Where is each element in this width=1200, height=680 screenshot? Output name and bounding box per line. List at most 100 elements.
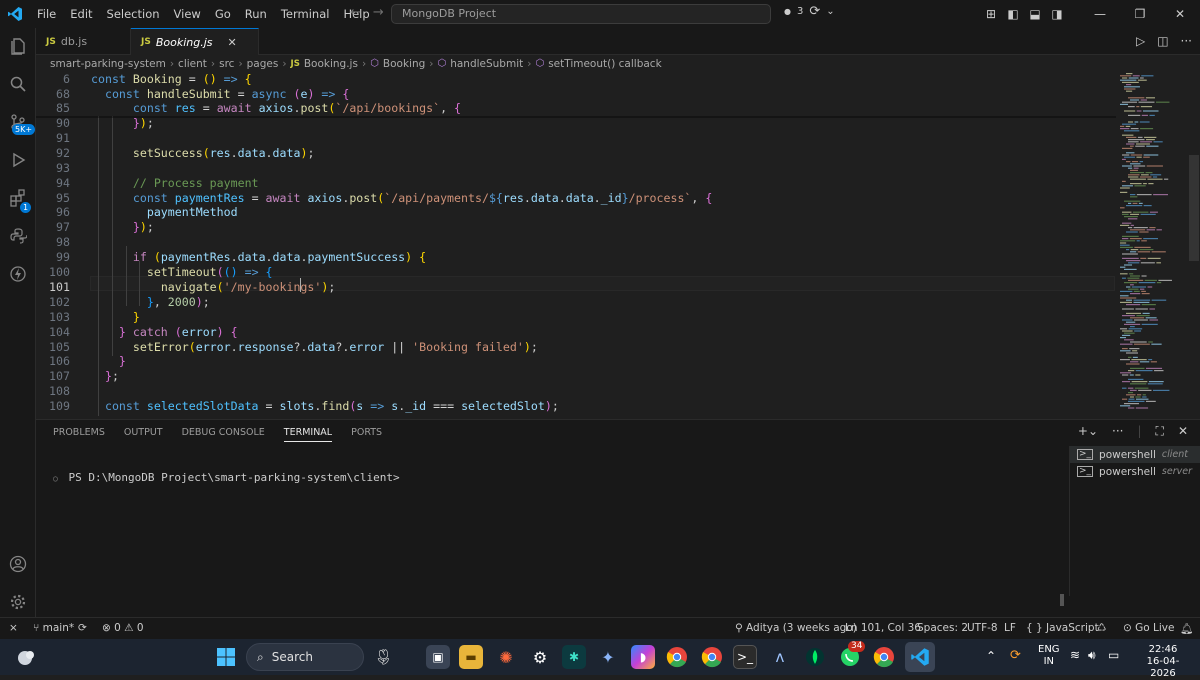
code-line[interactable]: 103 } [36,310,1116,325]
perplexity-icon[interactable]: ✱ [562,645,586,669]
breadcrumb-item[interactable]: src [219,58,234,70]
code-line[interactable]: 99 if (paymentRes.data.data.paymentSucce… [36,250,1116,265]
gemini-icon[interactable]: ✦ [596,645,620,669]
volume-icon[interactable]: 🔊︎ [1088,648,1096,663]
code-line[interactable]: 96 paymentMethod [36,205,1116,220]
code-line[interactable]: 106 } [36,354,1116,369]
terminal-scrollbar[interactable] [1060,594,1064,606]
toggle-sidebar-icon[interactable]: ◧ [1002,7,1024,21]
close-panel-icon[interactable]: ✕ [1178,424,1188,439]
language-mode[interactable]: { } JavaScript [1026,622,1099,634]
battery-icon[interactable]: ▭ [1108,648,1119,662]
code-line[interactable]: 108 [36,384,1116,399]
code-line[interactable]: 6 const Booking = () => { [36,72,1116,87]
settings-gear-icon[interactable] [0,584,36,620]
task-view-icon[interactable]: ▣ [426,645,450,669]
code-line[interactable]: 100 setTimeout(() => { [36,265,1116,280]
code-line[interactable]: 101 navigate('/my-bookings'); [36,280,1116,295]
more-actions-icon[interactable]: ··· [1112,424,1123,439]
code-line[interactable]: 95 const paymentRes = await axios.post(`… [36,191,1116,206]
taskbar-search[interactable]: ⌕ Search 🌷︎ [246,643,393,671]
extensions-icon[interactable]: 1 [0,180,36,216]
run-file-icon[interactable]: ▷ [1136,34,1145,48]
menu-file[interactable]: File [30,7,63,21]
chevron-up-icon[interactable]: ⌃ [986,649,996,663]
search-icon[interactable] [0,66,36,102]
tab-output[interactable]: OUTPUT [124,427,163,442]
code-line[interactable]: 104 } catch (error) { [36,325,1116,340]
tab-problems[interactable]: PROBLEMS [53,427,105,442]
vercel-app-icon[interactable]: ʌ [768,645,792,669]
forward-arrow-icon[interactable]: → [373,5,384,20]
copilot-status[interactable]: ● 3 ⟳ ⌄ [784,4,835,19]
menu-go[interactable]: Go [208,7,238,21]
problems-status[interactable]: ⊗ 0 ⚠ 0 [102,622,144,634]
breadcrumb-item[interactable]: Booking.js [304,58,358,70]
toggle-secondary-sidebar-icon[interactable]: ◨ [1046,7,1068,21]
restore-icon[interactable]: ❐ [1120,7,1160,21]
menu-run[interactable]: Run [238,7,274,21]
code-line[interactable]: 105 setError(error.response?.data?.error… [36,340,1116,355]
close-tab-icon[interactable]: ✕ [228,36,237,49]
code-line[interactable]: 85 const res = await axios.post(`/api/bo… [36,101,1116,115]
chatgpt-icon[interactable]: ⚙︎ [528,645,552,669]
code-line[interactable]: 102 }, 2000); [36,295,1116,310]
explorer-icon[interactable] [0,28,36,64]
update-icon[interactable]: ⟳ [1010,648,1021,663]
language-indicator[interactable]: ENG IN [1038,644,1060,668]
chrome-profile-icon[interactable] [700,645,724,669]
breadcrumb-item[interactable]: setTimeout() callback [548,58,661,70]
feedback-icon[interactable]: ♺ [1097,622,1106,634]
terminal-view[interactable]: ○ PS D:\MongoDB Project\smart-parking-sy… [36,450,1066,618]
breadcrumb-item[interactable]: smart-parking-system [50,58,166,70]
chevron-down-icon[interactable]: ⌄ [826,6,834,17]
encoding[interactable]: UTF-8 [967,622,998,634]
run-debug-icon[interactable] [0,142,36,178]
indentation[interactable]: Spaces: 2 [917,622,968,634]
source-control-icon[interactable]: 5K+ [0,104,36,140]
chrome-alt-icon[interactable] [872,645,896,669]
git-blame-status[interactable]: ⚲ Aditya (3 weeks ago) [735,622,857,634]
tab-booking-js[interactable]: JS Booking.js ✕ [131,28,259,55]
breadcrumb-item[interactable]: Booking [383,58,425,70]
end-of-line[interactable]: LF [1004,622,1016,634]
sync-icon[interactable]: ⟳ [78,622,87,634]
accounts-icon[interactable] [0,546,36,582]
vscode-taskbar-icon[interactable] [905,642,935,672]
code-line[interactable]: 68 const handleSubmit = async (e) => { [36,87,1116,102]
minimap[interactable] [1118,71,1188,416]
code-line[interactable]: 92 setSuccess(res.data.data); [36,146,1116,161]
terminal-app-icon[interactable]: >_ [733,645,757,669]
copilot-icon[interactable]: ⟳ [809,4,820,19]
menu-selection[interactable]: Selection [100,7,167,21]
code-editor[interactable]: 6 const Booking = () => {68 const handleS… [36,71,1116,416]
python-icon[interactable] [0,218,36,254]
weather-widget-icon[interactable] [14,645,38,669]
branch-status[interactable]: ⑂ main* [33,622,74,634]
minimize-icon[interactable]: — [1080,7,1120,21]
wifi-icon[interactable]: ≋ [1070,648,1080,662]
code-line[interactable]: 90 }); [36,116,1116,131]
code-line[interactable]: 93 [36,161,1116,176]
mongodb-compass-icon[interactable] [803,645,827,669]
code-line[interactable]: 91 [36,131,1116,146]
claude-icon[interactable]: ✺ [494,645,518,669]
cursor-position[interactable]: Ln 101, Col 36 [845,622,921,634]
back-arrow-icon[interactable]: ← [350,5,361,20]
split-editor-icon[interactable]: ◫ [1157,34,1168,48]
terminal-item-client[interactable]: >_ powershell client [1070,446,1200,463]
whatsapp-icon[interactable]: 34 [838,641,866,669]
tab-terminal[interactable]: TERMINAL [283,427,333,442]
menu-terminal[interactable]: Terminal [274,7,337,21]
tab-debug-console[interactable]: DEBUG CONSOLE [182,427,265,442]
customize-layout-icon[interactable]: ⊞ [980,7,1002,21]
code-line[interactable]: 94 // Process payment [36,176,1116,191]
notifications-icon[interactable]: 🔔︎ [1180,622,1193,635]
menu-edit[interactable]: Edit [63,7,99,21]
breadcrumb-item[interactable]: handleSubmit [450,58,523,70]
editor-scrollbar[interactable] [1188,71,1200,416]
code-line[interactable]: 109 const selectedSlotData = slots.find(… [36,399,1116,414]
windows-start-icon[interactable] [214,645,238,669]
code-line[interactable]: 97 }); [36,220,1116,235]
remote-icon[interactable]: ⨯ [9,622,18,634]
